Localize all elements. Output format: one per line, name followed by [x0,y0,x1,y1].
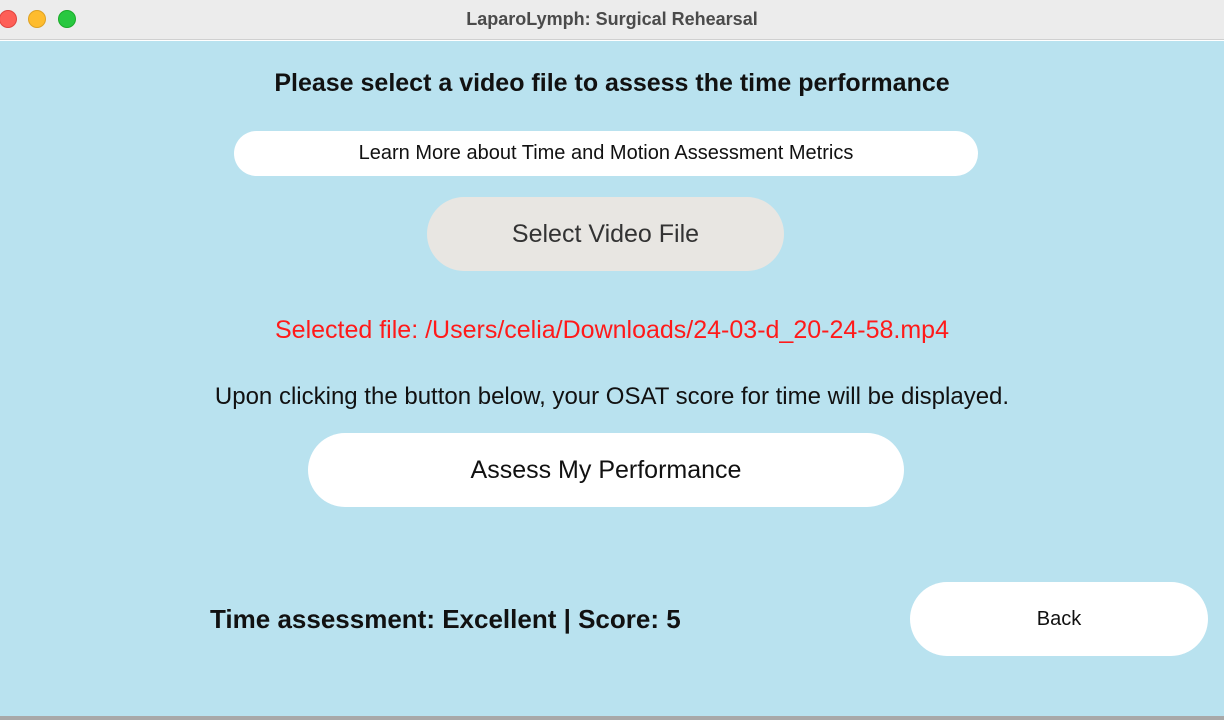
main-panel: Please select a video file to assess the… [0,41,1224,716]
assess-performance-button[interactable]: Assess My Performance [308,433,904,507]
selected-file-label: Selected file: /Users/celia/Downloads/24… [275,316,949,344]
page-heading: Please select a video file to assess the… [274,69,950,97]
back-button[interactable]: Back [910,582,1208,656]
window-title: LaparoLymph: Surgical Rehearsal [466,9,758,29]
select-video-file-button[interactable]: Select Video File [427,197,784,271]
app-window: LaparoLymph: Surgical Rehearsal Please s… [0,0,1224,720]
learn-more-button[interactable]: Learn More about Time and Motion Assessm… [234,131,978,176]
instruction-text: Upon clicking the button below, your OSA… [214,383,1010,410]
window-bottom-edge [0,716,1224,720]
title-bar: LaparoLymph: Surgical Rehearsal [0,0,1224,40]
time-assessment-result: Time assessment: Excellent | Score: 5 [210,604,681,634]
